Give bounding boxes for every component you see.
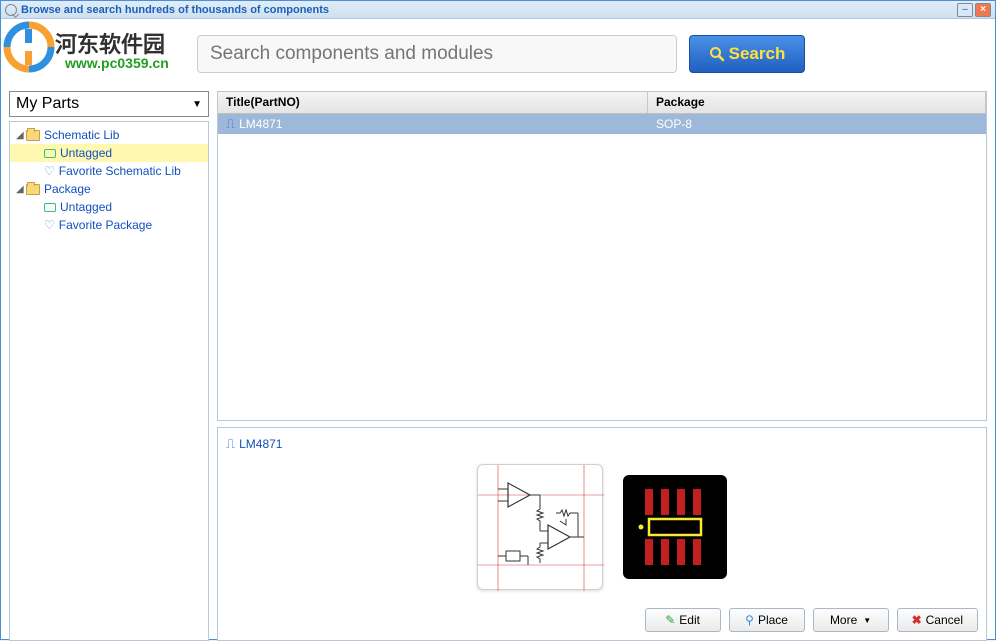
place-button[interactable]: ⚲ Place	[729, 608, 805, 632]
chevron-down-icon: ▼	[863, 616, 871, 625]
tree-label: Untagged	[60, 200, 112, 214]
button-label: Place	[758, 613, 788, 627]
collapse-icon[interactable]: ◢	[16, 184, 26, 195]
search-bar: Search	[197, 35, 987, 73]
tag-icon	[44, 203, 56, 212]
collapse-icon[interactable]: ◢	[16, 130, 26, 141]
button-label: More	[830, 613, 857, 627]
chip-icon: ⎍	[226, 116, 235, 132]
titlebar: Browse and search hundreds of thousands …	[1, 1, 995, 19]
tree-item-package[interactable]: ◢ Package	[10, 180, 208, 198]
col-title[interactable]: Title(PartNO)	[218, 92, 648, 113]
tree-item-favorite-package[interactable]: ♡ Favorite Package	[10, 216, 208, 234]
dropdown-label: My Parts	[16, 95, 79, 113]
results-table: Title(PartNO) Package ⎍ LM4871 SOP-8	[217, 91, 987, 421]
tree-label: Schematic Lib	[44, 128, 119, 142]
tree-item-untagged-pkg[interactable]: Untagged	[10, 198, 208, 216]
chip-icon: ⎍	[226, 436, 235, 452]
table-row[interactable]: ⎍ LM4871 SOP-8	[218, 114, 986, 134]
heart-icon: ♡	[44, 219, 55, 231]
cell-package: SOP-8	[648, 115, 986, 133]
cell-title: LM4871	[239, 117, 282, 131]
col-package[interactable]: Package	[648, 92, 986, 113]
folder-icon	[26, 130, 40, 141]
button-label: Cancel	[926, 613, 963, 627]
tree-label: Untagged	[60, 146, 112, 160]
heart-icon: ♡	[44, 165, 55, 177]
preview-title: ⎍ LM4871	[226, 436, 978, 452]
search-icon	[5, 4, 17, 16]
close-button[interactable]: ×	[975, 3, 991, 17]
tree-label: Package	[44, 182, 91, 196]
search-input[interactable]	[197, 35, 677, 73]
tree-item-schematic-lib[interactable]: ◢ Schematic Lib	[10, 126, 208, 144]
window-title: Browse and search hundreds of thousands …	[21, 4, 957, 16]
tree-label: Favorite Schematic Lib	[59, 164, 181, 178]
pin-icon: ⚲	[745, 613, 754, 627]
edit-button[interactable]: ✎ Edit	[645, 608, 721, 632]
library-dropdown[interactable]: My Parts	[9, 91, 209, 117]
tree-label: Favorite Package	[59, 218, 152, 232]
button-label: Edit	[679, 613, 700, 627]
preview-panel: ⎍ LM4871	[217, 427, 987, 641]
search-button-label: Search	[729, 44, 786, 64]
cancel-button[interactable]: ✖ Cancel	[897, 608, 978, 632]
schematic-preview[interactable]	[477, 464, 603, 590]
table-header: Title(PartNO) Package	[218, 92, 986, 114]
folder-icon	[26, 184, 40, 195]
pencil-icon: ✎	[665, 613, 675, 627]
tree-item-untagged[interactable]: Untagged	[10, 144, 208, 162]
footprint-preview[interactable]	[623, 475, 727, 579]
search-button[interactable]: Search	[689, 35, 805, 73]
minimize-button[interactable]: –	[957, 3, 973, 17]
tree-item-favorite-schematic[interactable]: ♡ Favorite Schematic Lib	[10, 162, 208, 180]
tag-icon	[44, 149, 56, 158]
more-button[interactable]: More ▼	[813, 608, 889, 632]
close-icon: ✖	[912, 613, 922, 627]
library-tree: ◢ Schematic Lib Untagged ♡ Favorite Sche…	[9, 121, 209, 641]
